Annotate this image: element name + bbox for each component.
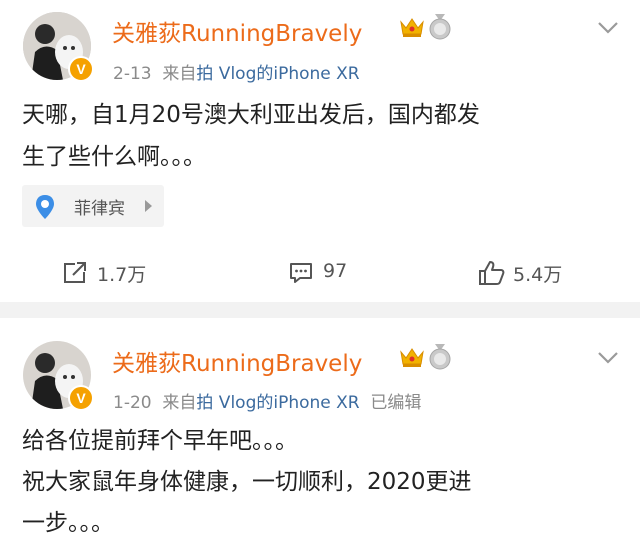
location-tag[interactable]: 菲律宾 <box>22 185 164 227</box>
post-text-line: 给各位提前拜个早年吧。。。 <box>22 428 298 454</box>
post-meta: 2-13 来自拍 Vlog的iPhone XR <box>113 59 360 84</box>
verified-badge: V <box>68 385 94 411</box>
like-icon <box>479 261 505 285</box>
crown-icon <box>400 18 424 37</box>
comment-count: 97 <box>323 260 348 282</box>
comment-icon <box>290 263 312 283</box>
username[interactable]: 关雅荻RunningBravely <box>112 344 362 378</box>
location-pin-icon <box>36 195 54 219</box>
post-text-line: 一步。。。 <box>22 510 114 536</box>
weibo-post: V 关雅荻RunningBravely 2-13 来自拍 Vlog的iPhone… <box>0 0 640 302</box>
chevron-down-icon[interactable] <box>596 350 620 366</box>
post-text-line: 祝大家鼠年身体健康，一切顺利，2020更进 <box>22 469 472 495</box>
post-text-line: 天哪，自1月20号澳大利亚出发后，国内都发 <box>22 102 480 128</box>
location-name: 菲律宾 <box>74 199 125 219</box>
medal-icon <box>429 14 451 40</box>
verified-badge: V <box>68 56 94 82</box>
post-source-link[interactable]: 拍 Vlog的iPhone XR <box>196 64 359 84</box>
username[interactable]: 关雅荻RunningBravely <box>112 14 362 48</box>
source-prefix: 来自 <box>162 393 197 413</box>
post-meta: 1-20 来自拍 Vlog的iPhone XR 已编辑 <box>113 388 421 413</box>
post-text-line: 生了些什么啊。。。 <box>22 144 206 170</box>
weibo-post: V 关雅荻RunningBravely 1-20 来自拍 Vlog的iPhone… <box>0 318 640 556</box>
post-date: 2-13 <box>113 64 152 84</box>
medal-icon <box>429 344 451 370</box>
source-prefix: 来自 <box>162 64 197 84</box>
post-date: 1-20 <box>113 393 152 413</box>
post-content: 天哪，自1月20号澳大利亚出发后，国内都发 生了些什么啊。。。 <box>22 94 480 178</box>
play-arrow-icon <box>145 200 152 212</box>
post-content: 给各位提前拜个早年吧。。。 祝大家鼠年身体健康，一切顺利，2020更进 一步。。… <box>22 421 472 544</box>
repost-count: 1.7万 <box>97 264 147 286</box>
repost-icon <box>64 262 86 283</box>
crown-icon <box>400 348 424 367</box>
edited-label[interactable]: 已编辑 <box>370 393 421 413</box>
post-source-link[interactable]: 拍 Vlog的iPhone XR <box>196 393 359 413</box>
chevron-down-icon[interactable] <box>596 20 620 36</box>
like-count: 5.4万 <box>513 264 563 286</box>
